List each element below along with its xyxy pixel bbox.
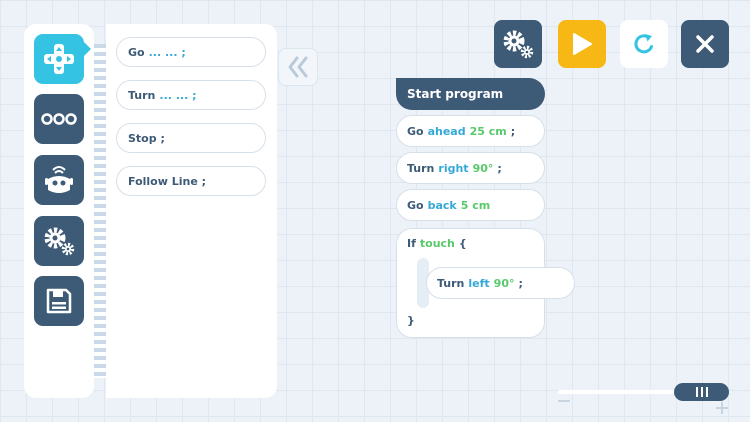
if-close-brace: } (407, 314, 415, 327)
if-brace: { (458, 237, 467, 250)
start-program-label: Start program (407, 87, 504, 101)
if-header: If touch { (407, 237, 467, 250)
block-palette: Go ... ... ; Turn ... ... ; Stop ; Follo… (106, 24, 277, 398)
settings-gears-icon (44, 227, 75, 256)
palette-go-placeholder: ... ... ; (148, 45, 186, 59)
dpad-icon (44, 44, 74, 74)
category-panel (24, 24, 94, 398)
start-program-block[interactable]: Start program (396, 78, 545, 110)
palette-turn-placeholder: ... ... ; (159, 88, 197, 102)
go-back-val[interactable]: 5 cm (461, 199, 490, 212)
palette-scroll-strip[interactable] (94, 44, 106, 378)
turn-right-cmd: Turn (407, 161, 435, 175)
turn-left-dir[interactable]: left (468, 277, 489, 290)
turn-right-val[interactable]: 90° (473, 162, 494, 175)
if-condition[interactable]: touch (420, 237, 455, 250)
turn-left-cmd: Turn (437, 276, 465, 290)
go-back-cmd: Go (407, 198, 424, 212)
go-back-dir[interactable]: back (428, 199, 457, 212)
active-pointer (84, 42, 91, 56)
play-icon (573, 33, 592, 55)
category-more-button[interactable] (34, 94, 84, 144)
run-program-button[interactable] (558, 20, 606, 68)
program-turn-right-block[interactable]: Turn right 90° ; (396, 152, 545, 184)
robot-icon (45, 166, 73, 193)
settings-button[interactable] (494, 20, 542, 68)
zoom-out-icon[interactable] (558, 400, 570, 402)
reset-program-button[interactable] (620, 20, 668, 68)
palette-go-word: Go (128, 45, 145, 59)
zoom-in-icon[interactable] (716, 402, 728, 414)
turn-right-dir[interactable]: right (438, 162, 468, 175)
palette-stop-label: Stop ; (128, 131, 165, 145)
collapse-palette-button[interactable] (278, 48, 318, 86)
go-ahead-val[interactable]: 25 cm (470, 125, 507, 138)
category-movement-button[interactable] (34, 34, 84, 84)
category-save-button[interactable] (34, 276, 84, 326)
close-icon (696, 35, 714, 53)
chevron-double-left-icon (288, 56, 308, 78)
zoom-slider-thumb[interactable] (674, 383, 729, 401)
more-dots-icon (41, 113, 77, 125)
palette-turn-word: Turn (128, 88, 156, 102)
save-floppy-icon (46, 288, 72, 314)
refresh-icon (634, 34, 653, 54)
palette-go-block[interactable]: Go ... ... ; (116, 37, 266, 67)
go-ahead-end: ; (510, 124, 516, 138)
turn-left-val[interactable]: 90° (494, 277, 515, 290)
program-go-ahead-block[interactable]: Go ahead 25 cm ; (396, 115, 545, 147)
close-button[interactable] (681, 20, 729, 68)
palette-follow-line-block[interactable]: Follow Line ; (116, 166, 266, 196)
palette-stop-block[interactable]: Stop ; (116, 123, 266, 153)
go-ahead-cmd: Go (407, 124, 424, 138)
palette-turn-block[interactable]: Turn ... ... ; (116, 80, 266, 110)
program-go-back-block[interactable]: Go back 5 cm (396, 189, 545, 221)
go-ahead-dir[interactable]: ahead (428, 125, 466, 138)
if-cmd: If (407, 237, 416, 250)
turn-right-end: ; (497, 161, 502, 175)
category-robot-button[interactable] (34, 155, 84, 205)
settings-gears-icon (503, 30, 534, 59)
category-settings-button[interactable] (34, 216, 84, 266)
turn-left-end: ; (518, 276, 523, 290)
program-turn-left-block[interactable]: Turn left 90° ; (426, 267, 575, 299)
palette-follow-line-label: Follow Line ; (128, 174, 207, 188)
